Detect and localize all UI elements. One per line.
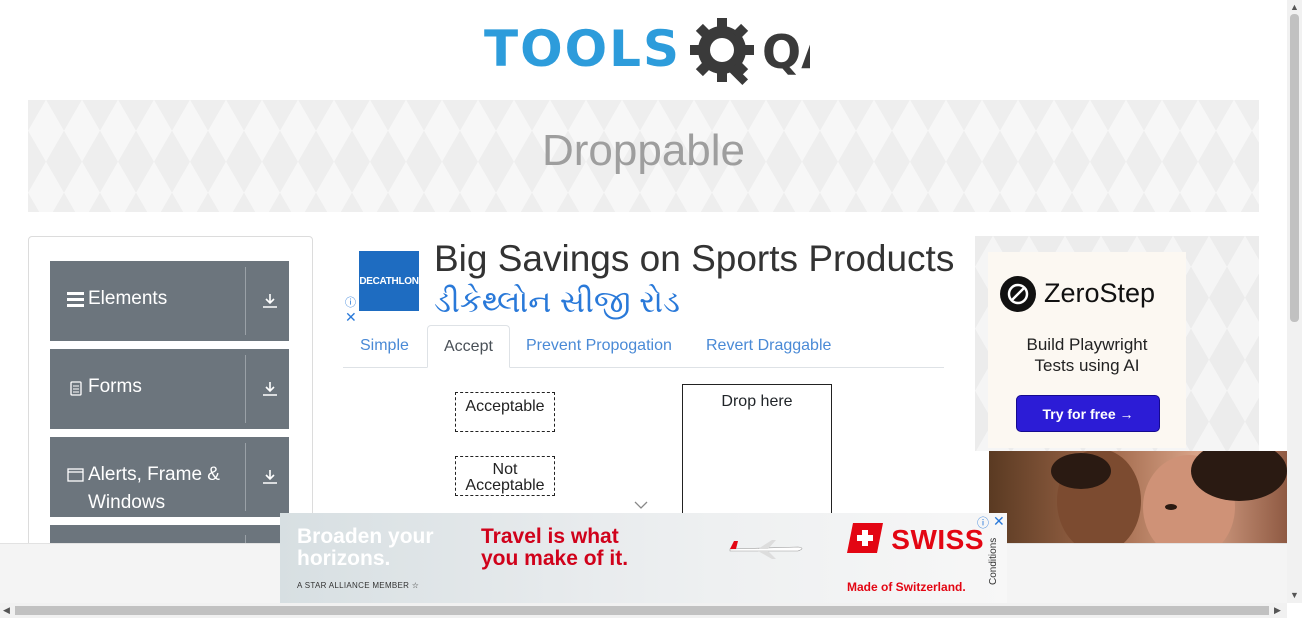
tab-prevent-propogation[interactable]: Prevent Propogation — [510, 325, 688, 367]
scroll-down-icon[interactable]: ▼ — [1290, 590, 1299, 600]
not-acceptable-line2: Acceptable — [465, 477, 545, 494]
document-icon — [67, 373, 84, 405]
ad-info-icon[interactable]: ⓘ — [345, 294, 356, 310]
zerostep-logo-icon — [1000, 276, 1036, 312]
divider — [245, 443, 246, 511]
ad-photo[interactable] — [989, 451, 1287, 543]
ad-mid-text: Travel is what you make of it. — [481, 526, 628, 570]
sidebar: Elements Forms Alerts, Frame & Windows — [28, 236, 313, 568]
zerostep-card[interactable]: ZeroStep Build Playwright Tests using AI… — [988, 252, 1186, 448]
scroll-left-icon[interactable]: ◀ — [3, 605, 10, 616]
logo-gear-qa-icon: QA — [690, 18, 810, 86]
swiss-logo: SWISS — [847, 523, 984, 556]
swiss-brand: SWISS — [891, 524, 985, 555]
drop-target-label: Drop here — [721, 393, 793, 410]
swiss-tagline: Made of Switzerland. — [847, 580, 966, 594]
ad-subline: ડીકેથ્લોન સીજી રોડ — [434, 284, 681, 319]
acceptable-draggable[interactable]: Acceptable — [455, 392, 555, 432]
chevron-down-icon — [634, 496, 648, 512]
download-icon[interactable] — [262, 381, 278, 397]
page-banner: Droppable — [28, 100, 1259, 212]
droppable-tabs: Simple Accept Prevent Propogation Revert… — [343, 325, 944, 368]
scrollbar-thumb[interactable] — [1290, 14, 1299, 322]
window-icon — [67, 461, 84, 491]
tab-simple[interactable]: Simple — [344, 325, 425, 367]
ad-banner-bottom[interactable]: Broaden your horizons. A STAR ALLIANCE M… — [280, 513, 1007, 603]
vertical-scrollbar[interactable]: ▲ ▼ — [1287, 0, 1302, 603]
hamburger-icon — [67, 285, 84, 316]
sidebar-group-label: Alerts, Frame & — [88, 464, 220, 485]
airplane-icon — [729, 540, 803, 559]
ad-close-icon[interactable]: ✕ — [345, 309, 357, 326]
sidebar-group-label: Forms — [88, 376, 142, 397]
divider — [245, 267, 246, 335]
ad-mid-line2: you make of it. — [481, 547, 629, 570]
zerostep-desc-line2: Tests using AI — [1034, 356, 1140, 375]
ad-banner-top[interactable]: DECATHLON Big Savings on Sports Products… — [343, 236, 974, 326]
horizontal-scrollbar[interactable]: ◀ ▶ — [0, 603, 1287, 618]
tab-revert-draggable[interactable]: Revert Draggable — [690, 325, 847, 367]
try-for-free-button[interactable]: Try for free → — [1016, 395, 1160, 432]
logo-text-tools: TOOLS — [484, 20, 681, 78]
sidebar-group-forms[interactable]: Forms — [50, 349, 289, 429]
ad-left-line1: Broaden your — [297, 525, 434, 548]
ad-left-text: Broaden your horizons. — [297, 526, 434, 570]
zerostep-description: Build Playwright Tests using AI — [988, 334, 1186, 376]
scroll-up-icon[interactable]: ▲ — [1290, 2, 1299, 12]
star-alliance-label: A STAR ALLIANCE MEMBER — [297, 581, 410, 590]
zerostep-brand: ZeroStep — [1044, 278, 1156, 308]
download-icon[interactable] — [262, 293, 278, 309]
ad-close-icon[interactable]: ✕ — [993, 513, 1005, 530]
decathlon-logo: DECATHLON — [359, 251, 419, 311]
sidebar-group-elements[interactable]: Elements — [50, 261, 289, 341]
page-title: Droppable — [541, 126, 746, 175]
star-alliance-text: A STAR ALLIANCE MEMBER ☆ — [297, 581, 420, 590]
scrollbar-thumb[interactable] — [15, 606, 1269, 615]
not-acceptable-draggable[interactable]: Not Acceptable — [455, 456, 555, 496]
toolsqa-logo[interactable]: TOOLS QA — [484, 14, 810, 92]
download-icon[interactable] — [262, 469, 278, 485]
ad-headline: Big Savings on Sports Products — [434, 238, 955, 279]
not-acceptable-line1: Not — [492, 461, 518, 478]
ad-left-line2: horizons. — [297, 547, 391, 570]
sidebar-group-label-line2: Windows — [88, 492, 166, 513]
tab-accept[interactable]: Accept — [427, 325, 510, 368]
conditions-link[interactable]: Conditions — [988, 538, 999, 585]
logo-text-qa: QA — [762, 25, 810, 79]
ad-mid-line1: Travel is what — [481, 525, 619, 548]
zerostep-desc-line1: Build Playwright — [1026, 335, 1148, 354]
ad-info-icon[interactable]: ⓘ — [977, 514, 989, 531]
scroll-right-icon[interactable]: ▶ — [1274, 605, 1281, 616]
sidebar-group-label: Elements — [88, 288, 168, 309]
divider — [245, 355, 246, 423]
drop-target[interactable]: Drop here — [682, 384, 832, 514]
ad-banner-right[interactable]: ZeroStep Build Playwright Tests using AI… — [975, 236, 1259, 451]
sidebar-group-alerts[interactable]: Alerts, Frame & Windows — [50, 437, 289, 517]
